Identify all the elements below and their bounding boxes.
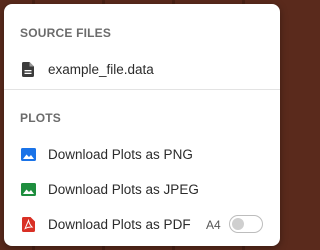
- download-png-label: Download Plots as PNG: [48, 146, 193, 162]
- toggle-knob: [231, 217, 244, 230]
- download-jpeg-item[interactable]: Download Plots as JPEG: [4, 173, 280, 205]
- source-files-header: SOURCE FILES: [20, 26, 112, 40]
- plots-header: PLOTS: [20, 111, 62, 125]
- download-png-item[interactable]: Download Plots as PNG: [4, 138, 280, 170]
- a4-toggle-label: A4: [206, 218, 221, 232]
- source-file-name: example_file.data: [48, 61, 154, 77]
- download-jpeg-label: Download Plots as JPEG: [48, 181, 199, 197]
- section-divider: [4, 89, 280, 90]
- a4-toggle[interactable]: [229, 215, 263, 233]
- document-icon: [20, 61, 36, 77]
- pdf-icon: [20, 216, 36, 232]
- image-icon: [20, 146, 36, 162]
- image-icon: [20, 181, 36, 197]
- source-file-item[interactable]: example_file.data: [4, 53, 280, 85]
- download-pdf-label: Download Plots as PDF: [48, 216, 191, 232]
- download-menu: SOURCE FILES example_file.data PLOTS Dow…: [4, 4, 280, 246]
